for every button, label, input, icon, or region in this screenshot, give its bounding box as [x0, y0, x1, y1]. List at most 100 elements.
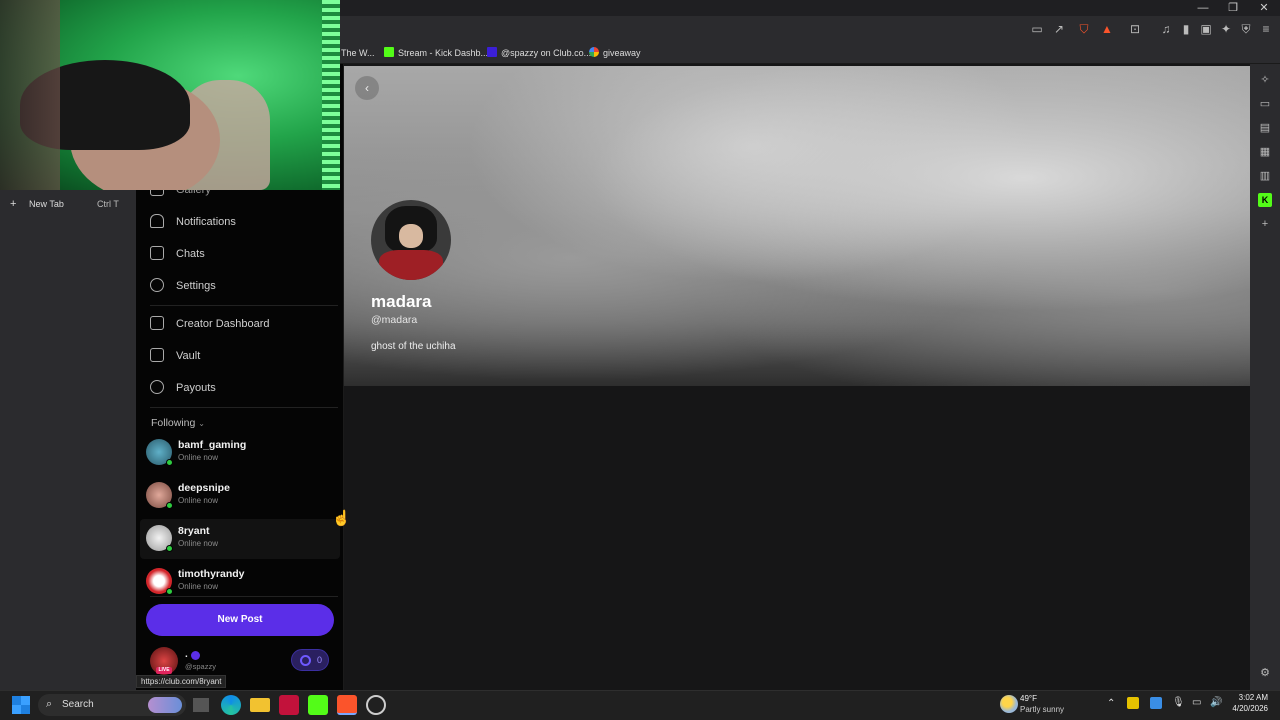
- clock-date[interactable]: 4/20/2026: [1228, 704, 1268, 713]
- account-handle: @spazzy: [185, 662, 216, 671]
- music-icon[interactable]: ♫: [1158, 21, 1174, 37]
- following-label: Following: [151, 417, 196, 429]
- task-view-icon[interactable]: [193, 698, 209, 712]
- chevron-up-icon[interactable]: ⌃: [1107, 698, 1115, 709]
- following-name: timothyrandy: [178, 568, 245, 580]
- sidebar-divider: [150, 407, 338, 408]
- panel-settings-icon[interactable]: ⚙: [1258, 666, 1272, 680]
- status-url: https://club.com/8ryant: [136, 675, 227, 688]
- bookmarks-side-icon[interactable]: ▦: [1258, 145, 1272, 159]
- nav-notifications[interactable]: Notifications: [150, 212, 236, 232]
- profile-avatar[interactable]: [371, 200, 451, 280]
- nav-settings[interactable]: Settings: [150, 276, 216, 296]
- following-item-deepsnipe[interactable]: deepsnipe Online now: [140, 476, 340, 516]
- following-item-bamf-gaming[interactable]: bamf_gaming Online now: [140, 433, 340, 473]
- add-panel-icon[interactable]: +: [1258, 217, 1272, 231]
- leo-icon[interactable]: ✧: [1258, 73, 1272, 87]
- gear-icon: [150, 278, 164, 292]
- bookmark-the-w[interactable]: The W...: [341, 46, 375, 60]
- tab-search-icon[interactable]: ⊡: [1127, 21, 1143, 37]
- cast-icon[interactable]: ▭: [1029, 21, 1045, 37]
- verified-icon: [191, 651, 200, 660]
- bookmark-kick-dashboard[interactable]: Stream - Kick Dashb...: [384, 46, 488, 60]
- vault-icon: [150, 348, 164, 362]
- online-indicator: [166, 502, 173, 509]
- following-header[interactable]: Following ⌄: [151, 417, 205, 429]
- background-shape: [0, 0, 60, 190]
- adobe-icon[interactable]: [279, 695, 299, 715]
- windows-start-icon[interactable]: [12, 696, 30, 714]
- tray-network-app-icon[interactable]: [1150, 697, 1162, 709]
- close-icon[interactable]: ✕: [1249, 0, 1279, 16]
- live-badge: LIVE: [156, 667, 172, 674]
- weather-temp: 49°F: [1020, 694, 1037, 703]
- search-label: Search: [62, 699, 94, 710]
- minimize-icon[interactable]: —: [1188, 0, 1218, 16]
- weather-icon[interactable]: [1000, 695, 1018, 713]
- sidebar-toggle-icon[interactable]: ▮: [1178, 21, 1194, 37]
- online-indicator: [166, 545, 173, 552]
- club-icon: [487, 47, 497, 57]
- vpn-icon[interactable]: ⛨: [1238, 21, 1254, 37]
- display-icon[interactable]: ▭: [1192, 697, 1201, 708]
- file-explorer-icon[interactable]: [250, 698, 270, 712]
- new-tab-label: New Tab: [29, 199, 64, 209]
- chevron-down-icon: ⌄: [198, 419, 205, 428]
- microphone-icon[interactable]: 🎙: [1172, 697, 1185, 708]
- profile-banner: [344, 66, 1250, 386]
- wallet-side-icon[interactable]: ▤: [1258, 121, 1272, 135]
- taskbar-search[interactable]: ⌕ Search: [38, 694, 186, 716]
- coins-button[interactable]: 0: [291, 649, 329, 671]
- nav-label: Payouts: [176, 382, 216, 394]
- kick-icon: [384, 47, 394, 57]
- sidebar-divider: [150, 596, 338, 597]
- led-strip-shape: [322, 0, 340, 190]
- nav-payouts[interactable]: Payouts: [150, 378, 216, 398]
- sidebar-divider: [150, 305, 338, 306]
- chat-icon: [150, 246, 164, 260]
- brave-shields-icon[interactable]: ⛉: [1076, 21, 1092, 37]
- plus-icon: +: [10, 198, 17, 210]
- bookmark-giveaway[interactable]: giveaway: [589, 46, 641, 60]
- nav-vault[interactable]: Vault: [150, 346, 200, 366]
- clock-time[interactable]: 3:02 AM: [1236, 693, 1268, 702]
- wallet-icon[interactable]: ▣: [1198, 21, 1214, 37]
- kick-app-icon[interactable]: [308, 695, 328, 715]
- online-indicator: [166, 459, 173, 466]
- armor-shape: [379, 250, 443, 280]
- tray-app-icon[interactable]: [1127, 697, 1139, 709]
- search-highlight-icon: [148, 697, 182, 713]
- bell-icon: [150, 214, 164, 228]
- face-shape: [399, 224, 423, 248]
- following-status: Online now: [178, 582, 219, 591]
- brave-icon[interactable]: [337, 695, 357, 715]
- new-tab-button[interactable]: + New Tab Ctrl T: [8, 198, 128, 212]
- account-name: .: [185, 649, 188, 660]
- reading-list-icon[interactable]: ▥: [1258, 169, 1272, 183]
- volume-icon[interactable]: 🔊: [1210, 697, 1222, 708]
- kick-side-icon[interactable]: K: [1258, 193, 1272, 207]
- rewards-icon[interactable]: ▲: [1099, 21, 1115, 37]
- obs-icon[interactable]: [366, 695, 386, 715]
- dollar-icon: [150, 380, 164, 394]
- share-icon[interactable]: ↗: [1051, 21, 1067, 37]
- playlist-icon[interactable]: ▭: [1258, 97, 1272, 111]
- nav-label: Creator Dashboard: [176, 318, 270, 330]
- profile-handle: @madara: [371, 314, 418, 326]
- coins-count: 0: [317, 655, 323, 665]
- profile-name: madara: [371, 292, 432, 311]
- edge-icon[interactable]: [221, 695, 241, 715]
- nav-creator-dashboard[interactable]: Creator Dashboard: [150, 314, 270, 334]
- new-post-button[interactable]: New Post: [146, 604, 334, 636]
- nav-label: Chats: [176, 248, 205, 260]
- leo-ai-icon[interactable]: ✦: [1218, 21, 1234, 37]
- nav-label: Notifications: [176, 216, 236, 228]
- bookmark-club[interactable]: @spazzy on Club.co...: [487, 46, 591, 60]
- following-status: Online now: [178, 496, 219, 505]
- restore-icon[interactable]: ❐: [1218, 0, 1248, 16]
- nav-chats[interactable]: Chats: [150, 244, 205, 264]
- back-button[interactable]: ‹: [355, 76, 379, 100]
- menu-icon[interactable]: ≡: [1258, 21, 1274, 37]
- following-item-8ryant[interactable]: 8ryant Online now: [140, 519, 340, 559]
- search-icon: ⌕: [46, 698, 53, 710]
